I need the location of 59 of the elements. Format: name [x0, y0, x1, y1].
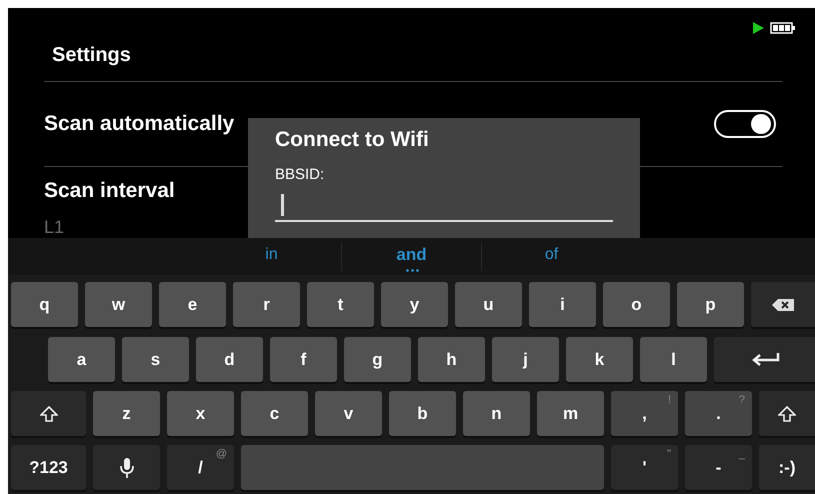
- letter-key[interactable]: z: [93, 391, 160, 436]
- letter-key[interactable]: u: [455, 282, 522, 327]
- letter-key[interactable]: h: [418, 337, 485, 382]
- field-label: BBSID:: [275, 166, 324, 183]
- key-hint: ?: [738, 394, 745, 406]
- letter-key[interactable]: w: [85, 282, 152, 327]
- letter-key[interactable]: g: [344, 337, 411, 382]
- function-key[interactable]: :-): [759, 445, 815, 490]
- letter-key[interactable]: k: [566, 337, 633, 382]
- letter-key[interactable]: r: [233, 282, 300, 327]
- setting-label: Scan automatically: [44, 112, 234, 136]
- symbol-key[interactable]: , !: [611, 391, 678, 436]
- battery-icon: [770, 22, 795, 34]
- toggle-switch[interactable]: [714, 110, 776, 138]
- letter-key[interactable]: e: [159, 282, 226, 327]
- function-key[interactable]: - _: [685, 445, 752, 490]
- letter-key[interactable]: m: [537, 391, 604, 436]
- letter-key[interactable]: i: [529, 282, 596, 327]
- letter-key[interactable]: a: [48, 337, 115, 382]
- letter-key[interactable]: x: [167, 391, 234, 436]
- shift-key[interactable]: [759, 391, 815, 436]
- letter-key[interactable]: j: [492, 337, 559, 382]
- shift-icon: [40, 406, 58, 422]
- function-key[interactable]: / @: [167, 445, 234, 490]
- symbol-key[interactable]: . ?: [685, 391, 752, 436]
- letter-key[interactable]: b: [389, 391, 456, 436]
- letter-key[interactable]: t: [307, 282, 374, 327]
- function-key[interactable]: ?123: [11, 445, 86, 490]
- screen-title: Settings: [52, 44, 131, 68]
- key-hint: _: [738, 448, 745, 460]
- microphone-key[interactable]: [93, 445, 160, 490]
- shift-icon: [778, 406, 796, 422]
- microphone-icon: [120, 458, 134, 478]
- letter-key[interactable]: c: [241, 391, 308, 436]
- backspace-icon: [772, 298, 794, 310]
- key-hint: ": [667, 448, 671, 460]
- enter-key[interactable]: [714, 337, 815, 382]
- key-hint: !: [668, 394, 671, 406]
- letter-key[interactable]: d: [196, 337, 263, 382]
- letter-key[interactable]: q: [11, 282, 78, 327]
- enter-icon: [750, 352, 780, 366]
- letter-key[interactable]: p: [677, 282, 744, 327]
- setting-value: L1: [44, 217, 64, 238]
- letter-key[interactable]: n: [463, 391, 530, 436]
- letter-key[interactable]: l: [640, 337, 707, 382]
- dialog-title: Connect to Wifi: [275, 128, 429, 152]
- letter-key[interactable]: s: [122, 337, 189, 382]
- key-hint: @: [216, 448, 227, 460]
- letter-key[interactable]: f: [270, 337, 337, 382]
- backspace-key[interactable]: [751, 282, 815, 327]
- suggestion[interactable]: of: [482, 242, 621, 272]
- letter-key[interactable]: y: [381, 282, 448, 327]
- function-key[interactable]: ' ": [611, 445, 678, 490]
- suggestion[interactable]: and: [342, 240, 481, 272]
- suggestion[interactable]: in: [202, 242, 341, 272]
- setting-label: Scan interval: [44, 179, 175, 202]
- letter-key[interactable]: o: [603, 282, 670, 327]
- shift-key[interactable]: [11, 391, 86, 436]
- letter-key[interactable]: v: [315, 391, 382, 436]
